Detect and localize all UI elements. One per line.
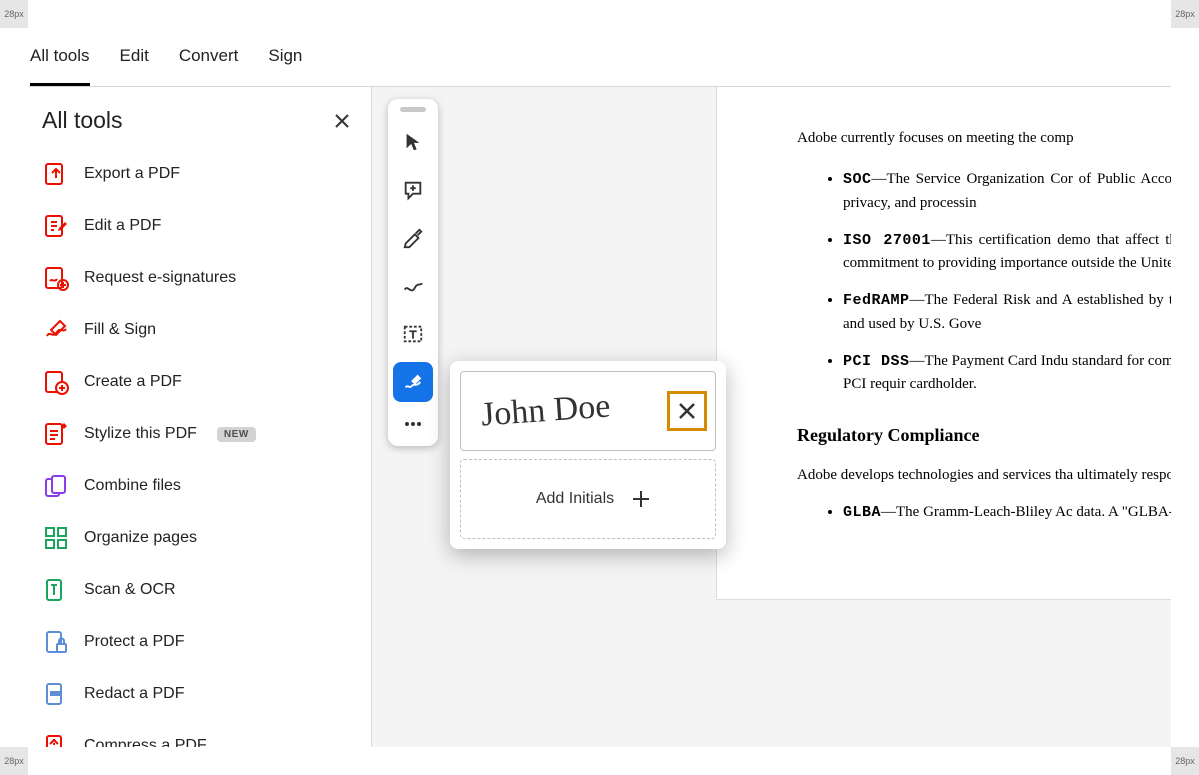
new-badge: NEW [217, 427, 256, 442]
sidebar-item-compress[interactable]: Compress a PDF [36, 720, 363, 747]
ellipsis-icon [404, 421, 422, 427]
sidebar-item-export[interactable]: Export a PDF [36, 148, 363, 200]
sidebar-item-label: Organize pages [84, 529, 197, 547]
export-icon [42, 160, 70, 188]
add-initials-button[interactable]: Add Initials [460, 459, 716, 539]
main-body: All tools Export a PDF Edit a PDF Request … [28, 87, 1171, 747]
sidebar-item-organize[interactable]: Organize pages [36, 512, 363, 564]
create-icon [42, 368, 70, 396]
sidebar-item-create[interactable]: Create a PDF [36, 356, 363, 408]
draw-tool-button[interactable] [393, 266, 433, 306]
sidebar-item-label: Request e-signatures [84, 269, 236, 287]
sidebar-item-label: Edit a PDF [84, 217, 161, 235]
signature-entry[interactable]: John Doe [460, 371, 716, 451]
signature-pen-icon [402, 371, 424, 393]
bullet-tag: SOC [843, 171, 872, 188]
sidebar-item-label: Protect a PDF [84, 633, 184, 651]
sidebar-item-label: Compress a PDF [84, 737, 207, 747]
bullet-tag: FedRAMP [843, 292, 910, 309]
sidebar-panel: All tools Export a PDF Edit a PDF Request … [28, 87, 372, 747]
sidebar-item-label: Scan & OCR [84, 581, 176, 599]
tool-list: Export a PDF Edit a PDF Request e-signatur… [28, 144, 371, 747]
bullet-text: —The Gramm-Leach-Bliley Ac data. A "GLBA… [881, 504, 1171, 520]
sidebar-item-label: Stylize this PDF [84, 425, 197, 443]
doc-heading-regulatory: Regulatory Compliance [797, 422, 1171, 450]
doc-bullet: PCI DSS—The Payment Card Indu standard f… [843, 350, 1171, 397]
ocr-icon [42, 576, 70, 604]
sidebar-item-stylize[interactable]: Stylize this PDF NEW [36, 408, 363, 460]
sidebar-close-button[interactable] [329, 108, 355, 134]
tab-edit[interactable]: Edit [120, 46, 149, 86]
plus-icon [630, 488, 652, 510]
doc-bullet: SOC—The Service Organization Cor of Publ… [843, 168, 1171, 215]
sidebar-item-label: Redact a PDF [84, 685, 184, 703]
corner-marker-tr: 28px [1171, 0, 1199, 28]
freehand-icon [402, 275, 424, 297]
add-initials-label: Add Initials [536, 490, 614, 508]
bullet-tag: PCI DSS [843, 353, 910, 370]
sidebar-item-label: Create a PDF [84, 373, 182, 391]
text-box-tool-button[interactable] [393, 314, 433, 354]
document-area[interactable]: Adobe currently focuses on meeting the c… [372, 87, 1171, 747]
fillsign-icon [42, 316, 70, 344]
arrow-cursor-icon [402, 131, 424, 153]
doc-intro-line: Adobe currently focuses on meeting the c… [797, 127, 1171, 150]
sidebar-item-combine[interactable]: Combine files [36, 460, 363, 512]
organize-icon [42, 524, 70, 552]
sidebar-item-ocr[interactable]: Scan & OCR [36, 564, 363, 616]
bullet-tag: ISO 27001 [843, 232, 931, 249]
comment-plus-icon [402, 179, 424, 201]
marker-icon [402, 227, 424, 249]
pdf-page[interactable]: Adobe currently focuses on meeting the c… [717, 87, 1171, 599]
doc-bullet-list-2: GLBA—The Gramm-Leach-Bliley Ac data. A "… [797, 501, 1171, 524]
quick-tools-bar[interactable] [388, 99, 438, 446]
esign-icon [42, 264, 70, 292]
bullet-tag: GLBA [843, 504, 881, 521]
highlight-tool-button[interactable] [393, 218, 433, 258]
tab-convert[interactable]: Convert [179, 46, 239, 86]
doc-bullet-list: SOC—The Service Organization Cor of Publ… [797, 168, 1171, 396]
sidebar-item-fillsign[interactable]: Fill & Sign [36, 304, 363, 356]
doc-bullet: GLBA—The Gramm-Leach-Bliley Ac data. A "… [843, 501, 1171, 524]
doc-bullet: FedRAMP—The Federal Risk and A establish… [843, 289, 1171, 336]
text-box-icon [402, 323, 424, 345]
protect-icon [42, 628, 70, 656]
doc-paragraph: Adobe develops technologies and services… [797, 464, 1171, 487]
top-tabbar: All tools Edit Convert Sign [28, 28, 1171, 87]
redact-icon [42, 680, 70, 708]
tab-all-tools[interactable]: All tools [30, 46, 90, 86]
close-icon [678, 402, 696, 420]
sidebar-item-edit[interactable]: Edit a PDF [36, 200, 363, 252]
comment-tool-button[interactable] [393, 170, 433, 210]
corner-marker-br: 28px [1171, 747, 1199, 775]
stylize-icon [42, 420, 70, 448]
delete-signature-button[interactable] [667, 391, 707, 431]
bullet-text: —The Service Organization Cor of Public … [843, 171, 1171, 210]
sidebar-item-protect[interactable]: Protect a PDF [36, 616, 363, 668]
sidebar-item-redact[interactable]: Redact a PDF [36, 668, 363, 720]
sidebar-item-label: Export a PDF [84, 165, 180, 183]
select-tool-button[interactable] [393, 122, 433, 162]
app-viewport: All tools Edit Convert Sign All tools Ex… [28, 28, 1171, 747]
combine-icon [42, 472, 70, 500]
sidebar-item-esign[interactable]: Request e-signatures [36, 252, 363, 304]
sidebar-header: All tools [28, 87, 371, 144]
signature-tool-button[interactable] [393, 362, 433, 402]
sidebar-item-label: Fill & Sign [84, 321, 156, 339]
signature-popover: John Doe Add Initials [450, 361, 726, 549]
sidebar-title: All tools [42, 107, 123, 134]
sidebar-item-label: Combine files [84, 477, 181, 495]
compress-icon [42, 732, 70, 747]
corner-marker-tl: 28px [0, 0, 28, 28]
edit-icon [42, 212, 70, 240]
doc-bullet: ISO 27001—This certification demo that a… [843, 229, 1171, 276]
more-tools-button[interactable] [393, 410, 433, 438]
corner-marker-bl: 28px [0, 747, 28, 775]
close-icon [335, 114, 349, 128]
tab-sign[interactable]: Sign [268, 46, 302, 86]
signature-name-text: John Doe [480, 388, 612, 435]
drag-grip-icon[interactable] [400, 107, 426, 112]
